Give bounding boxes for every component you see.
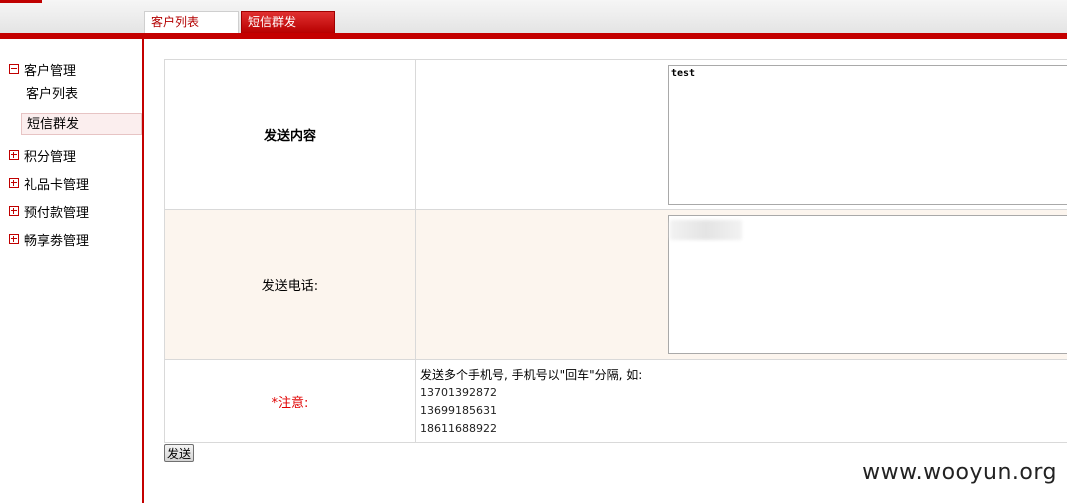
sidebar-group-label: 积分管理 (24, 149, 77, 165)
tab-sms-broadcast[interactable]: 短信群发 (241, 11, 335, 33)
sidebar-group-points-management[interactable]: 积分管理 (9, 146, 77, 165)
sidebar-group-prepay-management[interactable]: 预付款管理 (9, 202, 90, 221)
note-label-cell: *注意: (165, 360, 416, 442)
expand-icon[interactable] (9, 150, 19, 160)
redacted-phone-numbers (670, 220, 742, 240)
note-label: *注意: (271, 395, 309, 411)
content-textarea[interactable]: test (668, 65, 1067, 205)
logo-stub (0, 0, 42, 3)
phone-label-cell: 发送电话: (165, 210, 416, 359)
content-label-cell: 发送内容 (165, 60, 416, 209)
example-number: 13701392872 (420, 386, 497, 399)
content-label: 发送内容 (263, 129, 316, 144)
sms-form-table: 发送内容 test 发送电话: *注意: 发送多个手机号, 手机号以"回车"分隔… (164, 59, 1067, 443)
expand-icon[interactable] (9, 234, 19, 244)
sidebar-group-label: 预付款管理 (24, 205, 90, 221)
form-row-phone: 发送电话: (165, 210, 1067, 360)
tab-customer-list[interactable]: 客户列表 (144, 11, 239, 33)
expand-icon[interactable] (9, 206, 19, 216)
sidebar-group-coupon-management[interactable]: 畅享劵管理 (9, 230, 90, 249)
expand-icon[interactable] (9, 178, 19, 188)
send-button[interactable]: 发送 (164, 444, 195, 462)
collapse-icon[interactable] (9, 64, 19, 74)
sidebar-group-label: 畅享劵管理 (24, 233, 90, 249)
form-row-content: 发送内容 test (165, 60, 1067, 210)
note-text: 发送多个手机号, 手机号以"回车"分隔, 如: (420, 368, 643, 382)
note-content: 发送多个手机号, 手机号以"回车"分隔, 如: 13701392872 1369… (420, 366, 642, 438)
sidebar-item-sms-broadcast[interactable]: 短信群发 (21, 113, 142, 135)
sidebar: 客户管理 客户列表 短信群发 积分管理 礼品卡管理 预付款管理 畅享劵管理 (0, 39, 144, 503)
phone-label: 发送电话: (261, 279, 319, 294)
example-number: 13699185631 (420, 404, 497, 417)
top-bar: 客户列表 短信群发 (0, 0, 1067, 33)
sidebar-group-giftcard-management[interactable]: 礼品卡管理 (9, 174, 90, 193)
sidebar-item-customer-list[interactable]: 客户列表 (21, 84, 142, 106)
form-row-note: *注意: 发送多个手机号, 手机号以"回车"分隔, 如: 13701392872… (165, 360, 1067, 442)
example-number: 18611688922 (420, 422, 497, 435)
header-accent-bar (0, 33, 1067, 39)
sidebar-group-label: 礼品卡管理 (24, 177, 90, 193)
sidebar-group-customer-management[interactable]: 客户管理 (9, 60, 77, 79)
sidebar-group-label: 客户管理 (24, 63, 77, 79)
watermark-text: www.wooyun.org (862, 460, 1057, 485)
